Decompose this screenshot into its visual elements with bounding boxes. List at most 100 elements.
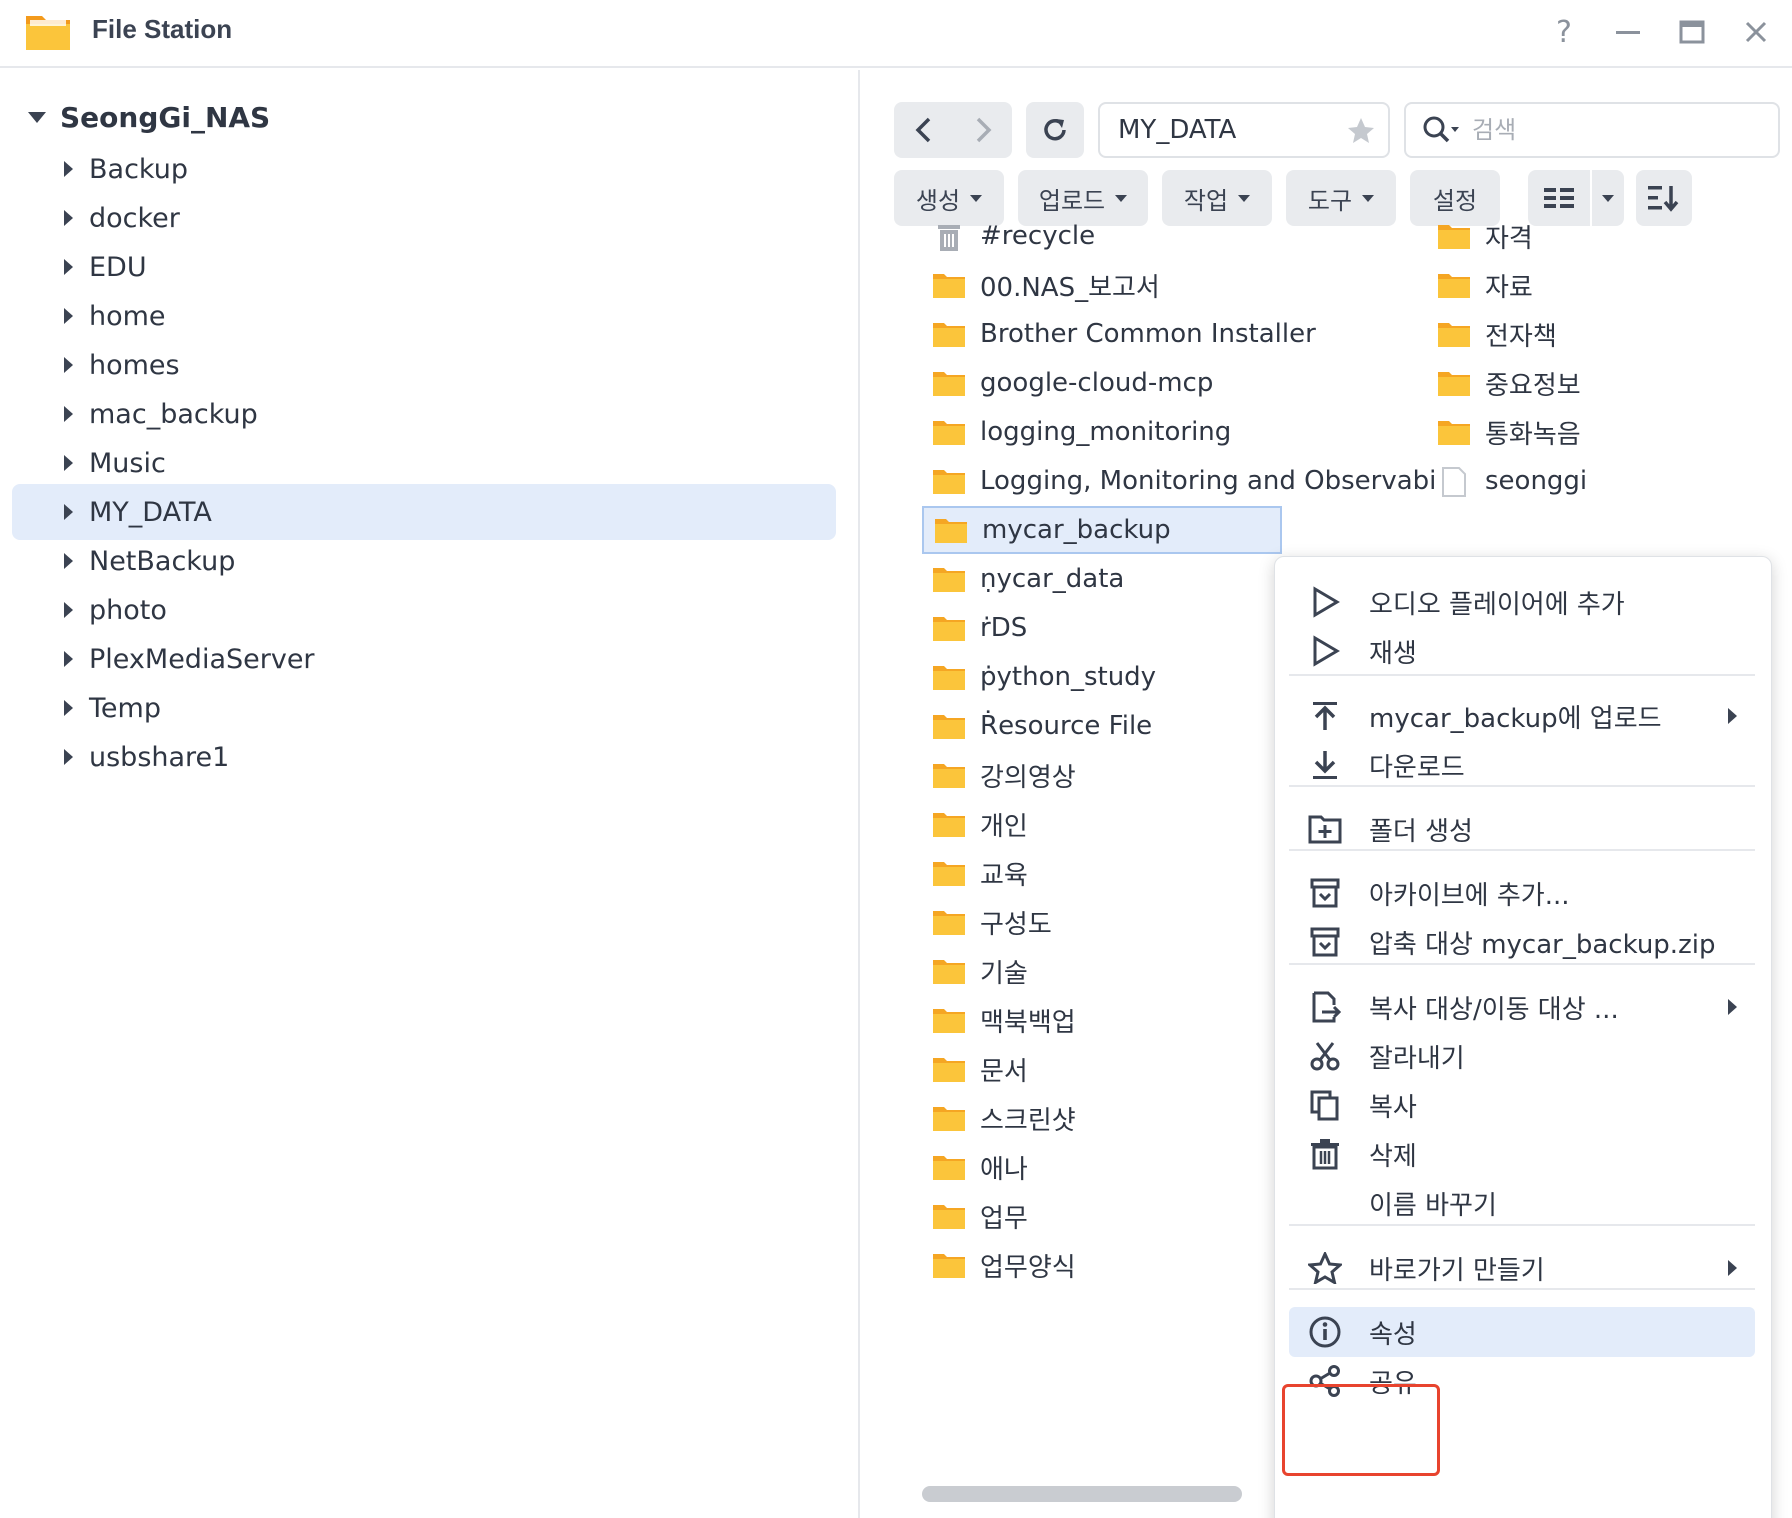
- file-item[interactable]: Logging, Monitoring and Observabi: [922, 457, 1436, 505]
- file-item[interactable]: 업무양식: [922, 1241, 1282, 1289]
- horizontal-scrollbar[interactable]: [922, 1486, 1242, 1502]
- file-item[interactable]: #recycle: [922, 212, 1282, 260]
- file-item[interactable]: 업무: [922, 1192, 1282, 1240]
- file-item[interactable]: 00.NAS_보고서: [922, 261, 1282, 309]
- search-field[interactable]: [1404, 102, 1780, 158]
- file-item[interactable]: Brother Common Installer: [922, 310, 1316, 358]
- file-item[interactable]: google-cloud-mcp: [922, 359, 1282, 407]
- context-menu-item[interactable]: 이름 바꾸기: [1289, 1178, 1755, 1228]
- caret-right-icon[interactable]: [64, 308, 73, 324]
- tree-item[interactable]: EDU: [12, 239, 836, 295]
- maximize-icon[interactable]: [1670, 12, 1714, 52]
- file-name: Ṙesource File: [980, 711, 1153, 741]
- caret-right-icon[interactable]: [64, 357, 73, 373]
- context-menu-item[interactable]: 삭제: [1289, 1129, 1755, 1179]
- context-menu-item[interactable]: 압축 대상 mycar_backup.zip: [1289, 917, 1755, 967]
- caret-right-icon[interactable]: [64, 700, 73, 716]
- file-item[interactable]: 애나: [922, 1143, 1282, 1191]
- file-item[interactable]: 개인: [922, 800, 1282, 848]
- tree-root-nas[interactable]: SeongGi_NAS: [28, 96, 270, 138]
- file-item[interactable]: Ṙesource File: [922, 702, 1282, 750]
- context-menu-item[interactable]: 속성: [1289, 1307, 1755, 1357]
- tree-item[interactable]: Backup: [12, 141, 836, 197]
- caret-right-icon[interactable]: [64, 602, 73, 618]
- tree-item[interactable]: home: [12, 288, 836, 344]
- caret-right-icon[interactable]: [64, 553, 73, 569]
- file-item[interactable]: ṗython_study: [922, 653, 1282, 701]
- file-item[interactable]: seonggi: [1427, 457, 1667, 505]
- context-menu-item[interactable]: 아카이브에 추가...: [1289, 868, 1755, 918]
- file-item[interactable]: ṇycar_data: [922, 555, 1282, 603]
- back-button[interactable]: [894, 102, 953, 158]
- file-item[interactable]: 중요정보: [1427, 359, 1667, 407]
- caret-right-icon[interactable]: [64, 259, 73, 275]
- help-icon[interactable]: ?: [1542, 12, 1586, 52]
- file-item[interactable]: 강의영상: [922, 751, 1282, 799]
- file-item[interactable]: 스크린샷: [922, 1094, 1282, 1142]
- refresh-icon: [1044, 118, 1066, 141]
- file-item[interactable]: 교육: [922, 849, 1282, 897]
- context-menu-item[interactable]: 폴더 생성: [1289, 804, 1755, 854]
- context-menu-item[interactable]: mycar_backup에 업로드: [1289, 691, 1755, 741]
- context-menu-item[interactable]: 복사 대상/이동 대상 ...: [1289, 982, 1755, 1032]
- file-item[interactable]: 자료: [1427, 261, 1667, 309]
- file-item[interactable]: logging_monitoring: [922, 408, 1282, 456]
- file-item[interactable]: 맥북백업: [922, 996, 1282, 1044]
- caret-right-icon[interactable]: [64, 749, 73, 765]
- tools-button[interactable]: 도구: [1286, 170, 1396, 226]
- tree-item[interactable]: MY_DATA: [12, 484, 836, 540]
- folder-icon: [932, 810, 966, 838]
- caret-right-icon[interactable]: [64, 161, 73, 177]
- caret-right-icon[interactable]: [64, 651, 73, 667]
- tree-item[interactable]: docker: [12, 190, 836, 246]
- search-icon[interactable]: [1422, 115, 1462, 145]
- favorite-star-icon[interactable]: [1346, 116, 1376, 146]
- file-name: 구성도: [980, 909, 1052, 940]
- context-menu-item[interactable]: 오디오 플레이어에 추가: [1289, 577, 1755, 627]
- caret-right-icon[interactable]: [64, 406, 73, 422]
- tools-label: 도구: [1307, 186, 1353, 215]
- tree-item-label: PlexMediaServer: [89, 643, 315, 675]
- folder-icon: [932, 957, 966, 985]
- file-item[interactable]: 기술: [922, 947, 1282, 995]
- create-label: 생성: [915, 186, 961, 215]
- context-menu-item[interactable]: 다운로드: [1289, 740, 1755, 790]
- file-item[interactable]: 자격: [1427, 212, 1667, 260]
- tree-item[interactable]: usbshare1: [12, 729, 836, 785]
- tree-item[interactable]: PlexMediaServer: [12, 631, 836, 687]
- caret-right-icon[interactable]: [64, 455, 73, 471]
- file-item[interactable]: 구성도: [922, 898, 1282, 946]
- file-item[interactable]: 통화녹음: [1427, 408, 1667, 456]
- context-menu-item[interactable]: 바로가기 만들기: [1289, 1243, 1755, 1293]
- tree-item[interactable]: mac_backup: [12, 386, 836, 442]
- context-menu-item[interactable]: 복사: [1289, 1080, 1755, 1130]
- minimize-icon[interactable]: [1606, 12, 1650, 52]
- file-item[interactable]: ṙDS: [922, 604, 1282, 652]
- folder-icon: [1437, 271, 1471, 299]
- context-menu-item[interactable]: 잘라내기: [1289, 1031, 1755, 1081]
- tree-item[interactable]: NetBackup: [12, 533, 836, 589]
- tree-item[interactable]: homes: [12, 337, 836, 393]
- path-field[interactable]: MY_DATA: [1098, 102, 1390, 158]
- file-item[interactable]: mycar_backup: [922, 506, 1282, 554]
- sort-icon: [1648, 186, 1679, 212]
- file-item[interactable]: 전자책: [1427, 310, 1667, 358]
- close-icon[interactable]: [1734, 12, 1778, 52]
- refresh-button[interactable]: [1026, 102, 1084, 158]
- tree-item[interactable]: Temp: [12, 680, 836, 736]
- file-name: 전자책: [1485, 321, 1557, 352]
- archive-icon: [1305, 873, 1345, 913]
- dropdown-arrow-icon: [1362, 194, 1375, 202]
- caret-right-icon[interactable]: [64, 504, 73, 520]
- tree-item[interactable]: photo: [12, 582, 836, 638]
- file-name: logging_monitoring: [980, 417, 1232, 447]
- caret-down-icon[interactable]: [28, 111, 46, 123]
- tree-item[interactable]: Music: [12, 435, 836, 491]
- file-name: 기술: [980, 958, 1028, 989]
- search-input[interactable]: [1472, 116, 1722, 144]
- forward-button[interactable]: [953, 102, 1012, 158]
- folder-icon: [932, 761, 966, 789]
- context-menu-item[interactable]: 재생: [1289, 626, 1755, 676]
- caret-right-icon[interactable]: [64, 210, 73, 226]
- file-item[interactable]: 문서: [922, 1045, 1282, 1093]
